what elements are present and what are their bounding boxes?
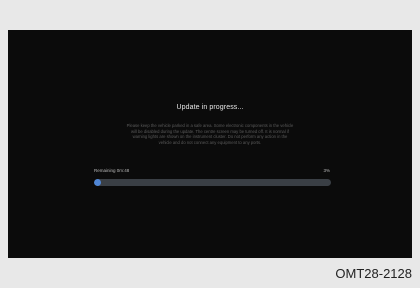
- progress-bar-fill: [94, 179, 102, 186]
- time-remaining-label: Remaining 0m:48: [94, 168, 130, 173]
- figure-code: OMT28-2128: [335, 266, 412, 281]
- vehicle-display-screen: Update in progress... Please keep the ve…: [8, 30, 412, 258]
- update-title: Update in progress...: [176, 104, 244, 111]
- update-description: Please keep the vehicle parked in a safe…: [126, 123, 294, 145]
- progress-bar: [94, 179, 331, 186]
- progress-percent: 3%: [323, 168, 330, 173]
